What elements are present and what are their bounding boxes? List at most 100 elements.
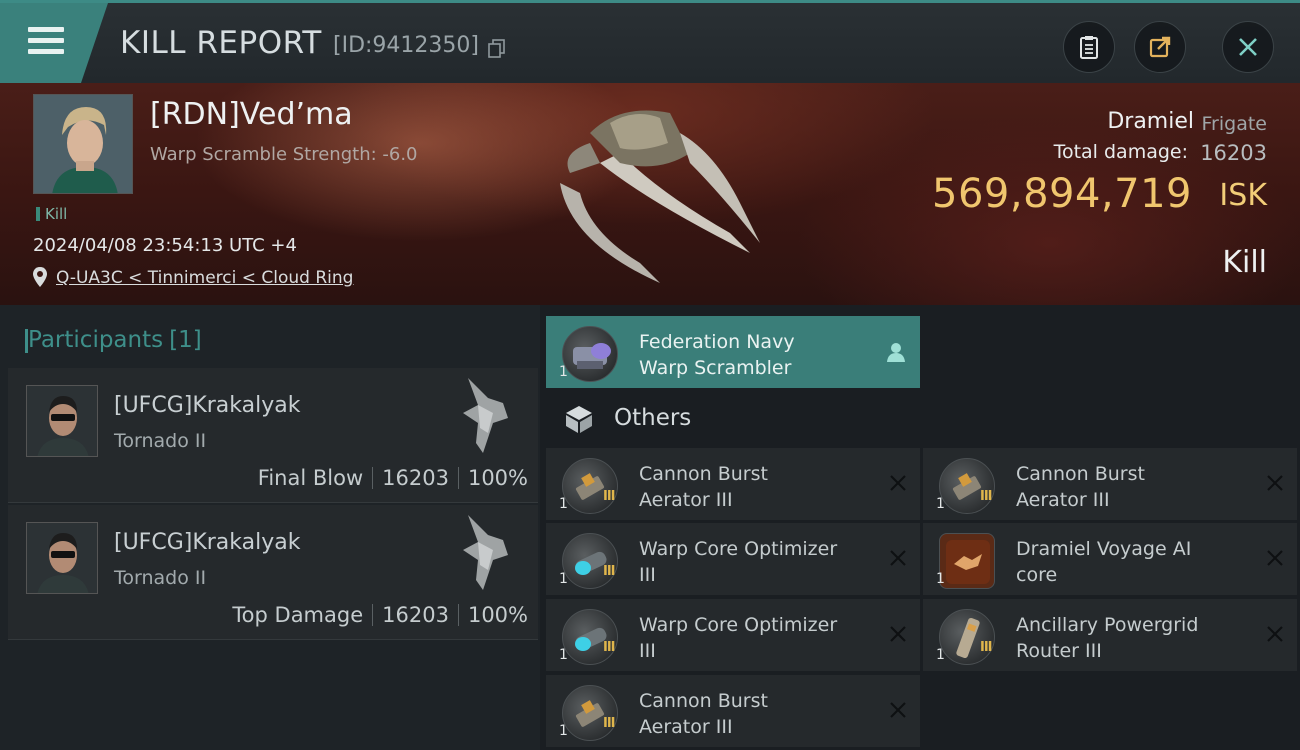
- item-name: Warp Core Optimizer III: [639, 612, 869, 664]
- item-name-line2: III: [639, 640, 656, 662]
- item-icon: [562, 685, 618, 741]
- victim-pilot-name[interactable]: [RDN]Ved’ma: [150, 97, 353, 132]
- item-icon: [562, 533, 618, 589]
- victim-portrait[interactable]: [33, 94, 133, 194]
- item-icon: [939, 458, 995, 514]
- title-bar: KILL REPORT [ID:9412350]: [0, 0, 1300, 83]
- cargo-box-icon: [566, 406, 592, 433]
- other-item[interactable]: 1 III Warp Core Optimizer III: [546, 599, 920, 671]
- item-name-line1: Cannon Burst: [1016, 463, 1145, 485]
- participant-row[interactable]: [UFCG]Krakalyak Tornado II Top Damage 162…: [8, 505, 538, 640]
- item-tier: III: [603, 564, 615, 579]
- participant-ship-icon: [463, 515, 508, 590]
- item-name-line2: Aerator III: [639, 489, 733, 511]
- close-button[interactable]: [1222, 21, 1274, 73]
- warp-core-optimizer-icon: [575, 551, 607, 575]
- copy-icon[interactable]: [488, 39, 506, 59]
- destroyed-x-icon: [890, 475, 906, 491]
- other-item[interactable]: 1 III Cannon Burst Aerator III: [546, 675, 920, 747]
- item-quantity: 1: [559, 571, 568, 587]
- item-quantity: 1: [936, 571, 945, 587]
- cannon-burst-aerator-icon: [575, 700, 605, 727]
- victim-ship-class: Frigate: [1201, 113, 1267, 135]
- item-quantity: 1: [936, 647, 945, 663]
- participant-name[interactable]: [UFCG]Krakalyak: [114, 530, 300, 555]
- participant-stats: Final Blow 16203 100%: [258, 466, 528, 490]
- item-name: Warp Core Optimizer III: [639, 536, 869, 588]
- participant-row[interactable]: [UFCG]Krakalyak Tornado II Final Blow 162…: [8, 368, 538, 503]
- powergrid-router-icon: [956, 617, 980, 659]
- destroyed-x-icon: [890, 626, 906, 642]
- other-item[interactable]: 1 III Ancillary Powergrid Router III: [923, 599, 1297, 671]
- item-name-line2: Aerator III: [1016, 489, 1110, 511]
- victim-ship-render: [560, 110, 760, 283]
- participant-avatar: [26, 385, 98, 457]
- participant-damage: 16203: [382, 603, 449, 627]
- item-tier: III: [603, 489, 615, 504]
- item-icon: [562, 326, 618, 382]
- other-item[interactable]: 1 III Cannon Burst Aerator III: [923, 448, 1297, 520]
- participant-damage: 16203: [382, 466, 449, 490]
- other-item[interactable]: 1 III Cannon Burst Aerator III: [546, 448, 920, 520]
- participant-ship: Tornado II: [114, 567, 207, 589]
- item-name-line1: Dramiel Voyage AI: [1016, 538, 1192, 560]
- participant-stats: Top Damage 16203 100%: [232, 603, 528, 627]
- share-button[interactable]: [1134, 21, 1186, 73]
- item-tier: III: [603, 716, 615, 731]
- participant-role: Final Blow: [257, 466, 364, 490]
- isk-unit: ISK: [1219, 178, 1267, 213]
- destroyed-x-icon: [1267, 475, 1283, 491]
- item-name-line2: Aerator III: [639, 716, 733, 738]
- kill-location-link[interactable]: Q-UA3C < Tinnimerci < Cloud Ring: [56, 268, 353, 288]
- item-icon: [939, 609, 995, 665]
- item-name-line1: Cannon Burst: [639, 690, 768, 712]
- item-name-line1: Federation Navy: [639, 331, 795, 353]
- participants-heading: Participants [1]: [25, 327, 202, 353]
- item-name: Dramiel Voyage AI core: [1016, 536, 1246, 588]
- location-pin-icon: [33, 267, 47, 287]
- participant-ship-icon: [463, 378, 508, 453]
- victim-ship-name[interactable]: Dramiel: [1107, 109, 1194, 134]
- ai-core-icon: [946, 540, 990, 584]
- item-icon: [562, 458, 618, 514]
- total-damage-value: 16203: [1200, 141, 1267, 165]
- kill-timestamp: 2024/04/08 23:54:13 UTC +4: [33, 235, 297, 256]
- warp-scramble-strength: Warp Scramble Strength: -6.0: [150, 144, 418, 165]
- destroyed-x-icon: [890, 550, 906, 566]
- item-name-line1: Warp Core Optimizer: [639, 538, 838, 560]
- other-item[interactable]: 1 III Warp Core Optimizer III: [546, 523, 920, 595]
- kill-report-id: [ID:9412350]: [333, 33, 479, 58]
- item-tier: III: [603, 640, 615, 655]
- participant-percent: 100%: [467, 603, 528, 627]
- hamburger-menu-icon: [28, 27, 64, 57]
- participant-name[interactable]: [UFCG]Krakalyak: [114, 393, 300, 418]
- menu-button[interactable]: [0, 3, 108, 83]
- page-title: KILL REPORT: [120, 25, 322, 61]
- cannon-burst-aerator-icon: [575, 473, 605, 500]
- pilot-avatar-icon: [27, 523, 97, 593]
- total-damage-label: Total damage:: [1053, 141, 1188, 163]
- item-tier: III: [980, 640, 992, 655]
- participant-avatar: [26, 522, 98, 594]
- fitted-item-warp-scrambler[interactable]: 1 Federation Navy Warp Scrambler: [546, 316, 920, 388]
- item-quantity: 1: [559, 647, 568, 663]
- others-section-heading: Others: [548, 392, 922, 446]
- close-icon: [1239, 38, 1257, 56]
- kill-type-tag: Kill: [36, 205, 67, 223]
- warp-core-optimizer-icon: [575, 627, 607, 651]
- participants-count: [1]: [169, 327, 202, 353]
- item-name: Cannon Burst Aerator III: [639, 461, 869, 513]
- others-heading-label: Others: [614, 405, 692, 431]
- isk-value: 569,894,719: [932, 171, 1192, 217]
- participants-heading-label: Participants: [28, 327, 164, 353]
- item-quantity: 1: [559, 723, 568, 739]
- share-icon: [1149, 36, 1171, 58]
- item-name-line2: III: [639, 564, 656, 586]
- clipboard-button[interactable]: [1063, 21, 1115, 73]
- pilot-avatar-icon: [34, 95, 132, 193]
- item-name: Ancillary Powergrid Router III: [1016, 612, 1246, 664]
- item-name-line1: Ancillary Powergrid: [1016, 614, 1199, 636]
- item-quantity: 1: [936, 496, 945, 512]
- participant-percent: 100%: [467, 466, 528, 490]
- other-item[interactable]: 1 Dramiel Voyage AI core: [923, 523, 1297, 595]
